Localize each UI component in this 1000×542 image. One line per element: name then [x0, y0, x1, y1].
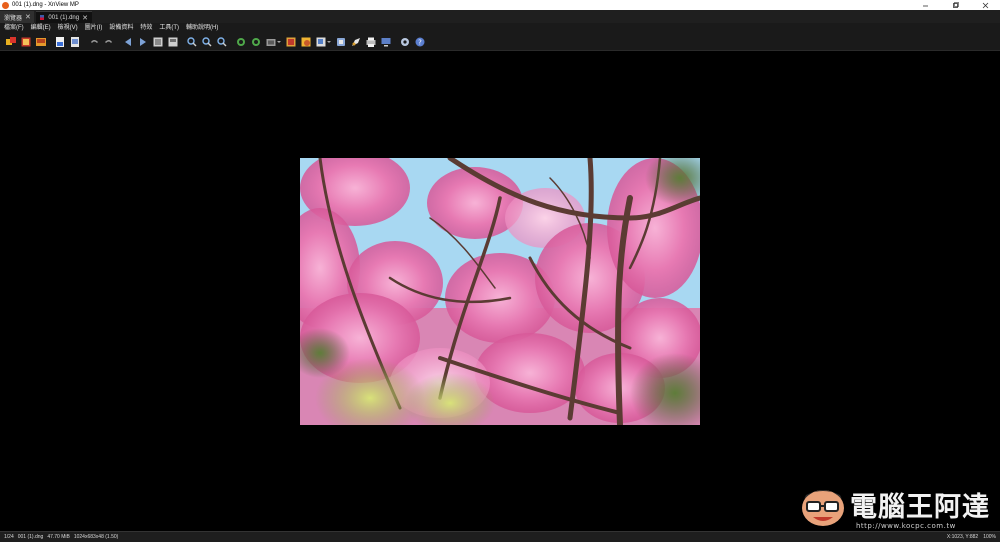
color-icon: [337, 38, 345, 46]
title-bar: 001 (1).dng - XnView MP: [0, 0, 1000, 10]
menu-view[interactable]: 檢視(V): [58, 23, 78, 34]
last-page-button[interactable]: [168, 37, 178, 47]
tab-close-icon[interactable]: ✕: [25, 13, 31, 21]
menu-metadata[interactable]: 設備資料: [109, 23, 133, 34]
redo-button[interactable]: [104, 37, 114, 47]
status-right: X:1023, Y:882 100%: [942, 532, 996, 542]
zoom-in-icon: [187, 37, 197, 47]
watermark-text: 電腦王阿達: [850, 492, 990, 523]
tab-close-icon[interactable]: ✕: [82, 14, 88, 22]
toolbar: ?: [0, 34, 1000, 51]
monitor-button[interactable]: [381, 37, 391, 47]
rotate-right-button[interactable]: [251, 37, 261, 47]
crop-icon: [266, 39, 276, 46]
tab-label: 001 (1).dng: [48, 14, 80, 21]
zoom-in-button[interactable]: [187, 37, 197, 47]
first-page-icon: [153, 37, 163, 47]
crop-dropdown[interactable]: [277, 37, 281, 47]
mascot-face-icon: [802, 490, 844, 526]
slideshow-button[interactable]: [36, 37, 46, 47]
resize-button[interactable]: [316, 37, 326, 47]
menu-effects[interactable]: 特效: [140, 23, 152, 34]
next-icon: [140, 38, 146, 46]
tab-label: 瀏覽器: [4, 15, 23, 22]
tab-browser[interactable]: 瀏覽器 ✕: [0, 11, 34, 23]
status-filesize: 47.70 MiB: [47, 534, 70, 540]
browser-icon: [6, 37, 16, 45]
menu-tools[interactable]: 工具(T): [159, 23, 179, 34]
close-button[interactable]: [970, 0, 1000, 10]
undo-button[interactable]: [89, 37, 99, 47]
previous-icon: [125, 38, 131, 46]
minimize-button[interactable]: [910, 0, 940, 10]
tab-bar: 瀏覽器 ✕ 001 (1).dng ✕: [0, 10, 1000, 23]
help-icon: ?: [415, 37, 425, 47]
minimize-icon: [922, 5, 928, 6]
menu-bar: 檔案(F) 編輯(E) 檢視(V) 圖片(I) 設備資料 特效 工具(T) 輔助…: [0, 23, 1000, 34]
first-page-button[interactable]: [153, 37, 163, 47]
xnview-app-icon: [2, 1, 9, 9]
settings-button[interactable]: [400, 37, 410, 47]
monitor-icon: [381, 38, 391, 47]
effects-button[interactable]: [301, 37, 311, 47]
redo-icon: [105, 40, 112, 43]
undo-icon: [91, 40, 98, 43]
tab-image[interactable]: 001 (1).dng ✕: [36, 11, 92, 23]
xnview-window: 001 (1).dng - XnView MP 瀏覽器 ✕ 001 (1).dn…: [0, 0, 1000, 542]
print-button[interactable]: [366, 37, 376, 47]
maximize-button[interactable]: [940, 0, 970, 10]
status-bar: 1/24 001 (1).dng 47.70 MiB 1024x683x48 (…: [0, 531, 1000, 542]
rotate-left-button[interactable]: [236, 37, 246, 47]
status-coords: X:1023, Y:882: [946, 534, 979, 540]
print-icon: [366, 37, 376, 47]
image-tab-icon: [40, 15, 45, 20]
effects-icon: [301, 37, 311, 47]
slideshow-icon: [36, 38, 46, 46]
menu-file[interactable]: 檔案(F): [4, 23, 24, 34]
rotate-left-icon: [237, 38, 245, 46]
menu-edit[interactable]: 編輯(E): [31, 23, 51, 34]
save-button[interactable]: [55, 37, 65, 47]
last-page-icon: [168, 37, 178, 47]
status-position: 1/24: [4, 534, 14, 540]
image-viewer[interactable]: [0, 51, 1000, 531]
paint-icon: [352, 38, 360, 46]
menu-image[interactable]: 圖片(I): [85, 23, 103, 34]
watermark: 電腦王阿達 http://www.kocpc.com.tw: [798, 481, 998, 530]
zoom-out-button[interactable]: [202, 37, 212, 47]
rotate-right-icon: [252, 38, 260, 46]
zoom-fit-icon: [217, 37, 227, 47]
status-zoom[interactable]: 100%: [983, 534, 996, 540]
settings-icon: [401, 38, 409, 46]
status-filename: 001 (1).dng: [17, 534, 44, 540]
fullscreen-button[interactable]: [21, 37, 31, 47]
browser-button[interactable]: [6, 37, 16, 47]
save-icon: [56, 37, 64, 47]
close-icon: [982, 2, 988, 8]
crop-button[interactable]: [266, 37, 276, 47]
window-title: 001 (1).dng - XnView MP: [12, 2, 79, 8]
save-as-icon: [71, 37, 79, 47]
pink-blossom-photo: [300, 158, 700, 425]
maximize-icon: [952, 1, 959, 8]
previous-button[interactable]: [123, 37, 133, 47]
adjust-button[interactable]: [286, 37, 296, 47]
watermark-url: http://www.kocpc.com.tw: [856, 522, 956, 530]
status-dimensions: 1024x683x48 (1.50): [73, 534, 119, 540]
svg-text:?: ?: [418, 39, 422, 47]
color-button[interactable]: [336, 37, 346, 47]
fullscreen-icon: [21, 37, 31, 47]
adjust-icon: [286, 37, 296, 47]
resize-dropdown[interactable]: [327, 37, 331, 47]
resize-icon: [316, 37, 326, 47]
zoom-fit-button[interactable]: [217, 37, 227, 47]
menu-help[interactable]: 輔助說明(H): [186, 23, 218, 34]
help-button[interactable]: ?: [415, 37, 425, 47]
zoom-out-icon: [202, 37, 212, 47]
paint-button[interactable]: [351, 37, 361, 47]
save-as-button[interactable]: [70, 37, 80, 47]
next-button[interactable]: [138, 37, 148, 47]
